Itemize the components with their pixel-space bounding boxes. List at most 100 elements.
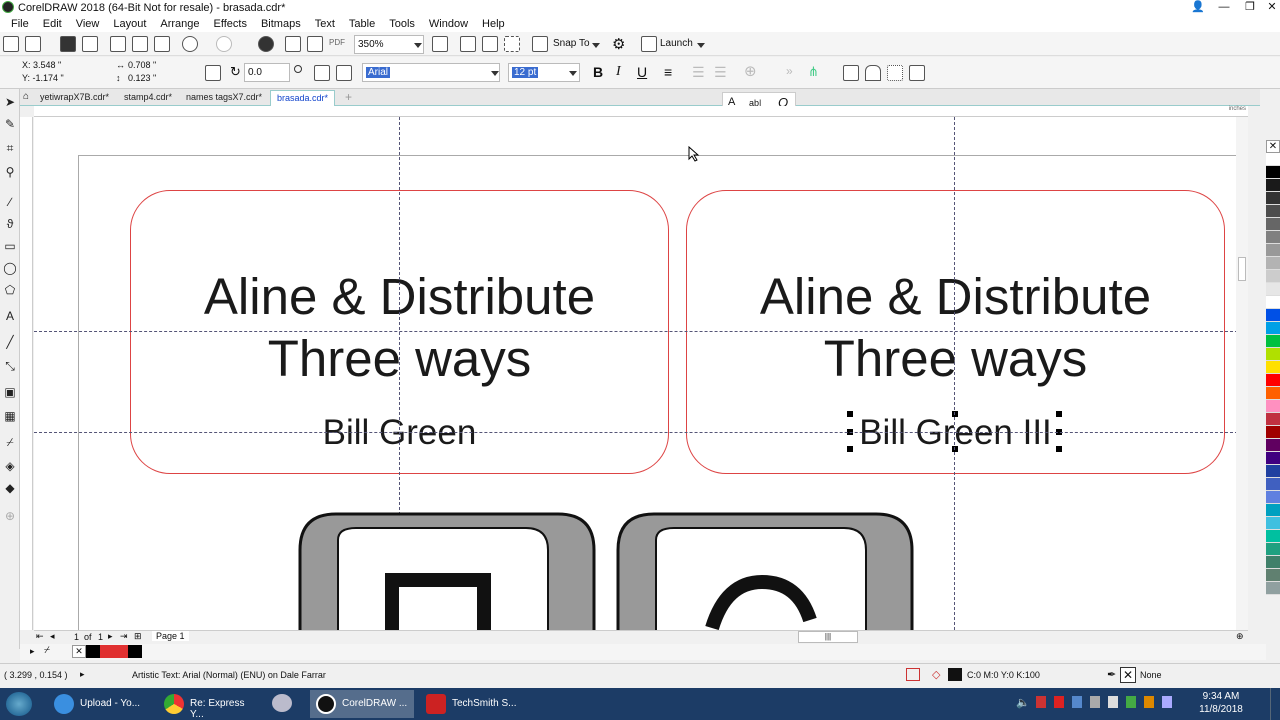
text-align-icon[interactable]: ≡	[664, 64, 672, 80]
close-button[interactable]: ✕	[1258, 0, 1280, 15]
menu-effects[interactable]: Effects	[207, 18, 254, 30]
palette-swatch[interactable]	[1266, 179, 1280, 192]
taskbar-item-chrome[interactable]: Re: Express Y...	[158, 690, 262, 720]
palette-swatch[interactable]	[1266, 491, 1280, 504]
palette-swatch[interactable]	[1266, 166, 1280, 179]
snap-to-dropdown-icon[interactable]	[592, 43, 600, 48]
zoom-navigator-icon[interactable]: ⊕	[1236, 631, 1244, 642]
width-field[interactable]: 0.708 "	[128, 60, 156, 70]
black-chip[interactable]	[86, 645, 100, 658]
add-tool-icon[interactable]: ⊕	[3, 509, 17, 523]
palette-swatch[interactable]	[1266, 582, 1280, 595]
tray-icon-6[interactable]	[1126, 696, 1136, 708]
color-proof-icon[interactable]	[906, 668, 920, 681]
red-chip[interactable]	[100, 645, 128, 658]
bold-button[interactable]: B	[593, 64, 603, 80]
tray-icon-1[interactable]	[1036, 696, 1046, 708]
mirror-horizontal-icon[interactable]	[314, 65, 330, 81]
clock-date[interactable]: 11/8/2018	[1186, 704, 1256, 715]
search-content-icon[interactable]	[258, 36, 274, 52]
eyedropper-tool-icon[interactable]: ⌿	[3, 435, 17, 449]
polygon-tool-icon[interactable]: ⬠	[3, 283, 17, 297]
vertical-scroll-thumb[interactable]	[1238, 257, 1246, 281]
tray-icon-7[interactable]	[1144, 696, 1154, 708]
palette-swatch[interactable]	[1266, 296, 1280, 309]
add-icon[interactable]: ⊕	[744, 62, 757, 80]
palette-swatch[interactable]	[1266, 439, 1280, 452]
object-manager-icon[interactable]	[909, 65, 925, 81]
palette-swatch[interactable]	[1266, 504, 1280, 517]
underline-button[interactable]: U	[637, 64, 647, 80]
vertical-scrollbar[interactable]	[1236, 117, 1248, 630]
menu-file[interactable]: File	[4, 18, 36, 30]
minimize-button[interactable]: —	[1210, 0, 1238, 15]
new-document-icon[interactable]	[3, 36, 19, 52]
transparency-tool-icon[interactable]: ▦	[3, 409, 17, 423]
tab-brasada[interactable]: brasada.cdr*	[270, 90, 336, 106]
redo-icon[interactable]	[216, 36, 232, 52]
drop-cap-icon[interactable]: ☰	[714, 64, 727, 81]
menu-edit[interactable]: Edit	[36, 18, 69, 30]
menu-arrange[interactable]: Arrange	[153, 18, 206, 30]
warp-icon[interactable]	[865, 65, 881, 81]
rectangle-tool-icon[interactable]: ▭	[3, 239, 17, 253]
guideline-horizontal[interactable]	[34, 432, 1248, 433]
menu-window[interactable]: Window	[422, 18, 475, 30]
drawing-canvas[interactable]: Aline & Distribute Three ways Bill Green…	[34, 117, 1248, 630]
connector-tool-icon[interactable]: ⤡	[3, 359, 17, 373]
page-tab[interactable]: Page 1	[152, 631, 189, 641]
cut-icon[interactable]	[110, 36, 126, 52]
menu-bitmaps[interactable]: Bitmaps	[254, 18, 308, 30]
import-icon[interactable]	[285, 36, 301, 52]
tray-icon-5[interactable]	[1108, 696, 1118, 708]
menu-tools[interactable]: Tools	[382, 18, 422, 30]
fill-swatch[interactable]	[948, 668, 962, 681]
parallel-dimension-icon[interactable]: ╱	[3, 335, 17, 349]
tray-icon-3[interactable]	[1072, 696, 1082, 708]
show-desktop-button[interactable]	[1270, 688, 1280, 720]
palette-swatch[interactable]	[1266, 322, 1280, 335]
y-position-label[interactable]: Y: -1.174 "	[22, 73, 64, 83]
guideline-vertical[interactable]	[954, 117, 955, 630]
palette-swatch[interactable]	[1266, 387, 1280, 400]
alignment-guides-icon[interactable]	[532, 36, 548, 52]
palette-swatch[interactable]	[1266, 348, 1280, 361]
new-tab-icon[interactable]: +	[345, 90, 352, 104]
show-grid-icon[interactable]	[482, 36, 498, 52]
palette-swatch[interactable]	[1266, 413, 1280, 426]
palette-swatch[interactable]	[1266, 205, 1280, 218]
palette-swatch[interactable]	[1266, 231, 1280, 244]
x-position-label[interactable]: X: 3.548 "	[22, 60, 61, 70]
tray-icon-2[interactable]	[1054, 696, 1064, 708]
add-page-icon[interactable]: ⊞	[134, 631, 142, 642]
show-rulers-icon[interactable]	[460, 36, 476, 52]
tab-yetiwrap[interactable]: yetiwrapX7B.cdr*	[34, 90, 115, 106]
vertical-ruler[interactable]	[20, 117, 33, 630]
palette-swatch[interactable]	[1266, 192, 1280, 205]
pdf-icon[interactable]: PDF	[329, 38, 345, 47]
text-tool-icon[interactable]: A	[3, 309, 17, 323]
italic-button[interactable]: I	[616, 64, 621, 80]
eyedropper-icon[interactable]: ⌿	[44, 645, 50, 656]
palette-swatch[interactable]	[1266, 543, 1280, 556]
font-size-dropdown-icon[interactable]	[569, 71, 577, 76]
palette-expand-icon[interactable]: ▸	[30, 646, 35, 657]
last-page-icon[interactable]: ⇥	[120, 631, 128, 642]
palette-swatch[interactable]	[1266, 400, 1280, 413]
black-chip-2[interactable]	[128, 645, 142, 658]
guideline-horizontal[interactable]	[34, 331, 1248, 332]
undo-icon[interactable]	[182, 36, 198, 52]
menu-view[interactable]: View	[69, 18, 107, 30]
no-color-chip[interactable]: ✕	[72, 645, 86, 658]
launch-button[interactable]: Launch	[660, 38, 693, 49]
prev-page-icon[interactable]: ◂	[50, 631, 55, 642]
copy-icon[interactable]	[132, 36, 148, 52]
palette-swatch[interactable]	[1266, 426, 1280, 439]
start-button[interactable]	[6, 692, 32, 716]
palette-swatch[interactable]	[1266, 257, 1280, 270]
full-screen-icon[interactable]	[432, 36, 448, 52]
rotation-angle-field[interactable]: 0.0	[244, 63, 290, 82]
selection-handle-bl[interactable]	[847, 446, 853, 452]
taskbar-item-coreldraw[interactable]: CorelDRAW ...	[310, 690, 414, 718]
mirror-vertical-icon[interactable]	[336, 65, 352, 81]
